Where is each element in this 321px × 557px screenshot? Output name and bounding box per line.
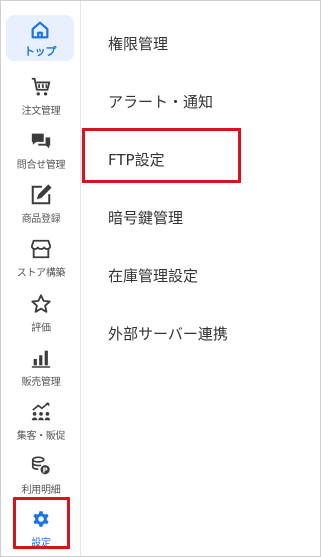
svg-text:P: P — [43, 466, 48, 474]
home-icon — [28, 18, 52, 42]
sidebar-item-promotion[interactable]: 集客・販促 — [1, 396, 81, 448]
menu-item-external-server[interactable]: 外部サーバー連携 — [108, 323, 228, 344]
sidebar-item-label: 問合せ管理 — [16, 160, 66, 171]
cart-icon — [29, 75, 53, 99]
chat-icon — [29, 129, 53, 153]
star-icon — [29, 292, 53, 316]
store-icon — [29, 237, 53, 261]
settings-highlight-box — [13, 497, 70, 549]
menu-item-permissions[interactable]: 権限管理 — [108, 33, 168, 54]
ftp-settings-highlight-box — [82, 128, 241, 183]
sidebar-item-product-registration[interactable]: 商品登録 — [1, 179, 81, 231]
sidebar-item-label: 注文管理 — [21, 106, 61, 117]
sidebar-item-label: トップ — [23, 45, 57, 58]
people-growth-icon — [29, 400, 53, 424]
sidebar-item-label: 集客・販促 — [16, 431, 66, 442]
sidebar-nav: トップ 注文管理 問合せ管理 商品登録 ストア構築 評価 販売管理 集客・販促 … — [1, 1, 81, 556]
menu-item-inventory-settings[interactable]: 在庫管理設定 — [108, 265, 198, 286]
sidebar-item-label: 評価 — [31, 323, 51, 334]
coins-icon: P — [29, 454, 53, 478]
sidebar-item-store-building[interactable]: ストア構築 — [1, 233, 81, 285]
settings-panel: トップ 注文管理 問合せ管理 商品登録 ストア構築 評価 販売管理 集客・販促 … — [0, 0, 321, 557]
sidebar-item-top[interactable]: トップ — [6, 15, 74, 61]
sidebar-item-inquiries[interactable]: 問合せ管理 — [1, 125, 81, 177]
menu-item-alerts-notifications[interactable]: アラート・通知 — [108, 91, 213, 112]
sidebar-item-label: 販売管理 — [21, 377, 61, 388]
sidebar-item-label: 商品登録 — [21, 214, 61, 225]
sidebar-item-usage-details[interactable]: P 利用明細 — [1, 450, 81, 502]
sidebar-item-label: ストア構築 — [16, 268, 66, 279]
sidebar-item-label: 利用明細 — [21, 485, 61, 496]
bar-chart-icon — [29, 346, 53, 370]
sidebar-item-orders[interactable]: 注文管理 — [1, 71, 81, 123]
edit-icon — [29, 183, 53, 207]
menu-item-encryption-keys[interactable]: 暗号鍵管理 — [108, 207, 183, 228]
sidebar-item-reviews[interactable]: 評価 — [1, 288, 81, 340]
sidebar-item-sales[interactable]: 販売管理 — [1, 342, 81, 394]
